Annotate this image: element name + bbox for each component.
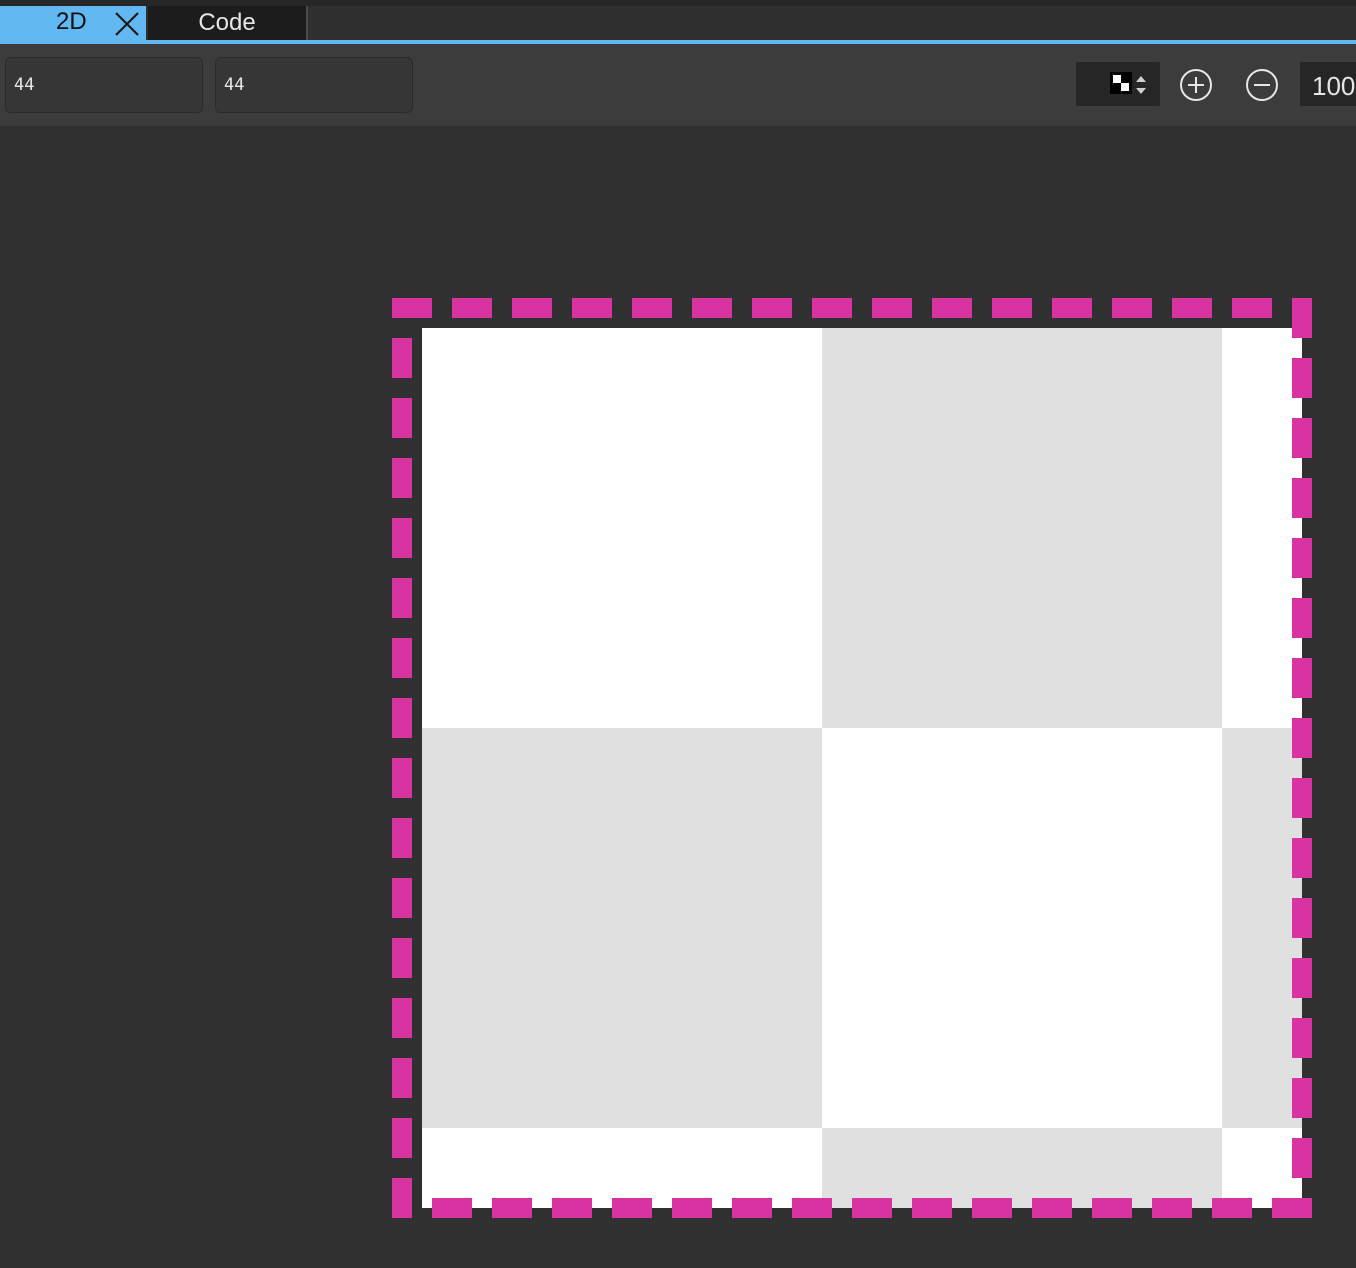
tab-2d[interactable]: 2D <box>0 6 146 40</box>
tab-separator <box>306 6 308 40</box>
height-field[interactable] <box>215 57 413 113</box>
selection-border <box>392 298 1312 1218</box>
checker-swatch-icon <box>1110 72 1132 94</box>
editor-window: 2D Code 44 44 100 <box>0 0 1356 1268</box>
tab-bar: 2D Code <box>0 0 1356 44</box>
tab-2d-label: 2D <box>56 8 87 35</box>
width-field[interactable] <box>5 57 203 113</box>
minus-circle-icon[interactable] <box>1245 68 1279 102</box>
toolbar: 100 <box>0 44 1356 126</box>
updown-chevron-icon <box>1136 76 1146 94</box>
close-icon[interactable] <box>114 11 140 37</box>
zoom-field[interactable]: 100 <box>1300 62 1356 106</box>
tab-code-label: Code <box>198 9 256 36</box>
background-select[interactable] <box>1076 62 1160 106</box>
tab-code[interactable]: Code <box>148 6 306 40</box>
artboard[interactable] <box>392 298 1312 1218</box>
plus-circle-icon[interactable] <box>1179 68 1213 102</box>
canvas-area[interactable] <box>0 126 1356 1268</box>
